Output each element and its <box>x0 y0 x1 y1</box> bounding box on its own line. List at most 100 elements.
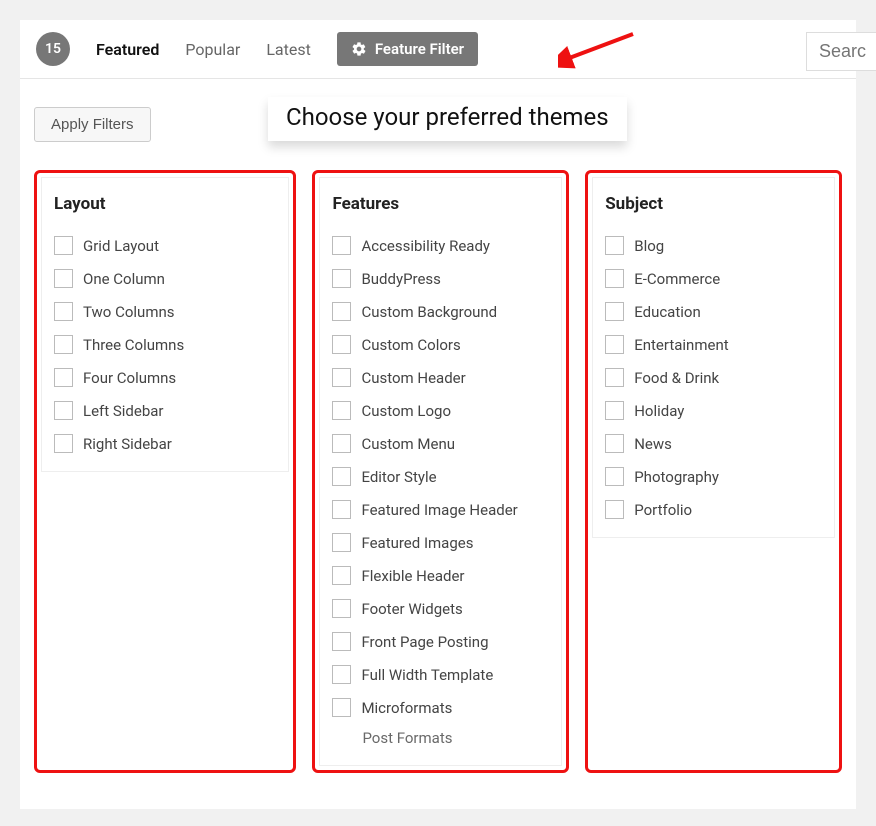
filter-option-label: BuddyPress <box>361 270 440 288</box>
checkbox[interactable] <box>54 368 73 387</box>
column-title-features: Features <box>332 194 549 214</box>
filter-option-label: Blog <box>634 237 664 255</box>
filter-option[interactable]: Entertainment <box>605 335 822 354</box>
filter-option-label: Custom Menu <box>361 435 455 453</box>
filter-option[interactable]: Microformats <box>332 698 549 717</box>
checkbox[interactable] <box>332 665 351 684</box>
filter-option-label: News <box>634 435 672 453</box>
checkbox[interactable] <box>54 269 73 288</box>
filter-option[interactable]: Flexible Header <box>332 566 549 585</box>
checkbox[interactable] <box>332 467 351 486</box>
checkbox[interactable] <box>332 599 351 618</box>
filter-option[interactable]: Editor Style <box>332 467 549 486</box>
filter-option-label: Custom Header <box>361 369 465 387</box>
filter-option-label: Microformats <box>361 699 452 717</box>
filter-option[interactable]: Right Sidebar <box>54 434 276 453</box>
filter-option[interactable]: BuddyPress <box>332 269 549 288</box>
feature-filter-label: Feature Filter <box>375 40 464 58</box>
filter-option[interactable]: Custom Logo <box>332 401 549 420</box>
checkbox[interactable] <box>54 401 73 420</box>
filter-option[interactable]: Two Columns <box>54 302 276 321</box>
filter-option-label: Two Columns <box>83 303 175 321</box>
filter-option-label: Custom Colors <box>361 336 460 354</box>
checkbox[interactable] <box>332 236 351 255</box>
checkbox[interactable] <box>332 434 351 453</box>
filter-column-subject: Subject Blog E-Commerce Education Entertain… <box>585 170 842 773</box>
column-title-subject: Subject <box>605 194 822 214</box>
filter-option[interactable]: Featured Image Header <box>332 500 549 519</box>
checkbox[interactable] <box>605 401 624 420</box>
filter-option[interactable]: Custom Colors <box>332 335 549 354</box>
filter-option[interactable]: One Column <box>54 269 276 288</box>
checkbox[interactable] <box>54 236 73 255</box>
filter-option[interactable]: Custom Header <box>332 368 549 387</box>
checkbox[interactable] <box>54 302 73 321</box>
filter-option[interactable]: Custom Menu <box>332 434 549 453</box>
checkbox[interactable] <box>332 368 351 387</box>
filter-option[interactable]: Education <box>605 302 822 321</box>
checkbox[interactable] <box>332 632 351 651</box>
filter-option-label: Editor Style <box>361 468 436 486</box>
checkbox[interactable] <box>332 566 351 585</box>
filter-option-label: Four Columns <box>83 369 176 387</box>
filter-option-label: One Column <box>83 270 165 288</box>
checkbox[interactable] <box>605 434 624 453</box>
filter-option-label: Featured Images <box>361 534 473 552</box>
checkbox[interactable] <box>332 401 351 420</box>
filter-option[interactable]: Accessibility Ready <box>332 236 549 255</box>
filter-option-label: Full Width Template <box>361 666 493 684</box>
checkbox[interactable] <box>605 302 624 321</box>
checkbox[interactable] <box>332 302 351 321</box>
feature-filter-button[interactable]: Feature Filter <box>337 32 478 66</box>
filter-option[interactable]: Photography <box>605 467 822 486</box>
filter-option[interactable]: Front Page Posting <box>332 632 549 651</box>
filter-option-label: Left Sidebar <box>83 402 164 420</box>
filter-option-label: Featured Image Header <box>361 501 517 519</box>
filter-option[interactable]: Food & Drink <box>605 368 822 387</box>
filter-option-label: Custom Background <box>361 303 497 321</box>
filter-option[interactable]: Blog <box>605 236 822 255</box>
checkbox[interactable] <box>605 368 624 387</box>
filter-option-label: Portfolio <box>634 501 692 519</box>
theme-count-badge: 15 <box>36 32 70 66</box>
checkbox[interactable] <box>332 500 351 519</box>
annotation-arrow <box>558 32 638 72</box>
checkbox[interactable] <box>54 335 73 354</box>
checkbox[interactable] <box>332 533 351 552</box>
filter-option[interactable]: Footer Widgets <box>332 599 549 618</box>
filter-option[interactable]: Left Sidebar <box>54 401 276 420</box>
checkbox[interactable] <box>332 269 351 288</box>
checkbox[interactable] <box>332 335 351 354</box>
checkbox[interactable] <box>605 335 624 354</box>
filter-option[interactable]: News <box>605 434 822 453</box>
checkbox[interactable] <box>605 500 624 519</box>
tab-popular[interactable]: Popular <box>185 40 240 59</box>
filter-option-label: Flexible Header <box>361 567 464 585</box>
filter-option[interactable]: Featured Images <box>332 533 549 552</box>
checkbox[interactable] <box>605 269 624 288</box>
filter-option[interactable]: Portfolio <box>605 500 822 519</box>
checkbox[interactable] <box>605 236 624 255</box>
column-title-layout: Layout <box>54 194 276 214</box>
filter-option-label: E-Commerce <box>634 270 720 288</box>
gear-icon <box>351 41 367 57</box>
filter-option[interactable]: Full Width Template <box>332 665 549 684</box>
filter-option-label: Entertainment <box>634 336 728 354</box>
tab-featured[interactable]: Featured <box>96 40 159 59</box>
filter-option[interactable]: Three Columns <box>54 335 276 354</box>
apply-filters-button[interactable]: Apply Filters <box>34 107 151 142</box>
search-input[interactable] <box>806 32 876 71</box>
filter-option[interactable]: Four Columns <box>54 368 276 387</box>
filter-option-label: Footer Widgets <box>361 600 462 618</box>
filter-option-label: Three Columns <box>83 336 184 354</box>
filter-option[interactable]: Holiday <box>605 401 822 420</box>
filter-option[interactable]: Grid Layout <box>54 236 276 255</box>
checkbox[interactable] <box>605 467 624 486</box>
tab-latest[interactable]: Latest <box>266 40 311 59</box>
filter-column-features: Features Accessibility Ready BuddyPress Cu… <box>312 170 569 773</box>
filter-option[interactable]: E-Commerce <box>605 269 822 288</box>
checkbox[interactable] <box>54 434 73 453</box>
checkbox[interactable] <box>332 698 351 717</box>
filter-option[interactable]: Custom Background <box>332 302 549 321</box>
partial-next-item: Post Formats <box>332 729 549 747</box>
